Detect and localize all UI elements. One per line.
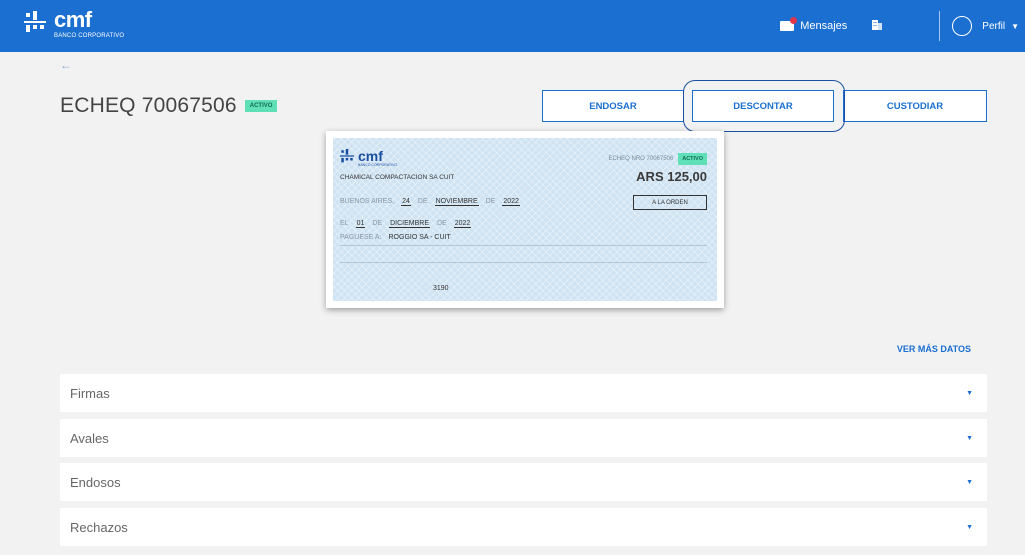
cheque-bottom-number: 3190 (433, 285, 449, 292)
nav-divider (939, 11, 941, 41)
cheque-pay-year: 2022 (453, 220, 472, 228)
chevron-down-icon: ▼ (966, 478, 973, 486)
cheque-payee-label: PAGUESE A: (340, 234, 382, 241)
cheque-status-badge: ACTIVO (678, 153, 707, 165)
cheque-card: cmf BANCO CORPORATIVO ECHEQ NRO 70067506… (326, 131, 724, 308)
cheque-image: cmf BANCO CORPORATIVO ECHEQ NRO 70067506… (333, 138, 717, 301)
cmf-logo-icon (340, 149, 354, 163)
cheque-issue-date: BUENOS AIRES, 24 DE NOVIEMBRE DE 2022 (340, 198, 520, 206)
endosar-button[interactable]: ENDOSAR (542, 90, 684, 122)
accordion-label: Avales (70, 430, 109, 446)
cheque-pay-day: 01 (355, 220, 366, 228)
chevron-down-icon: ▼ (966, 389, 973, 397)
cheque-year: 2022 (502, 198, 520, 206)
accordion-label: Firmas (70, 385, 110, 401)
cheque-month: NOVIEMBRE (434, 198, 479, 206)
cheque-rule (340, 262, 707, 263)
cheque-brand-sub: BANCO CORPORATIVO (358, 163, 398, 167)
page-title: ECHEQ 70067506 (60, 94, 237, 117)
accordion-avales[interactable]: Avales ▼ (60, 419, 987, 457)
cheque-de: DE (417, 198, 428, 205)
profile-label[interactable]: Perfil (982, 21, 1005, 32)
accordion-label: Endosos (70, 474, 121, 490)
cheque-payee: ROGGIO SA - CUIT (388, 234, 451, 241)
accordion-rechazos[interactable]: Rechazos ▼ (60, 508, 987, 546)
cmf-logo-icon (24, 11, 46, 33)
top-navbar: cmf BANCO CORPORATIVO Mensajes Perfil ▼ (0, 0, 1025, 52)
accordion-firmas[interactable]: Firmas ▼ (60, 374, 987, 412)
brand-subtitle: BANCO CORPORATIVO (54, 33, 125, 39)
cheque-place: BUENOS AIRES, (340, 198, 395, 205)
cheque-amount: ARS 125,00 (636, 169, 707, 184)
cheque-issuer: CHAMICAL COMPACTACION SA CUIT (340, 174, 455, 181)
avatar[interactable] (952, 16, 973, 36)
messages-label: Mensajes (800, 20, 848, 32)
chevron-down-icon: ▼ (966, 523, 973, 531)
chevron-down-icon: ▼ (966, 434, 973, 442)
cheque-rule (340, 245, 707, 246)
cheque-order-type: A LA ORDEN (633, 195, 707, 210)
accordion-endosos[interactable]: Endosos ▼ (60, 463, 987, 501)
focus-highlight (683, 80, 845, 132)
messages-link[interactable]: Mensajes (780, 17, 848, 32)
cheque-el: EL (340, 220, 349, 227)
cheque-pay-date: EL 01 DE DICIEMBRE DE 2022 (340, 220, 472, 228)
custodiar-button[interactable]: CUSTODIAR (843, 90, 987, 122)
accordion-label: Rechazos (70, 519, 128, 535)
cheque-de: DE (485, 198, 496, 205)
chevron-down-icon[interactable]: ▼ (1011, 22, 1019, 31)
building-icon[interactable] (871, 17, 883, 35)
cheque-logo: cmf BANCO CORPORATIVO (340, 149, 397, 167)
envelope-icon (780, 17, 798, 31)
cheque-de: DE (372, 220, 383, 227)
page-header: ECHEQ 70067506 ACTIVO (60, 94, 278, 118)
ver-mas-datos-link[interactable]: VER MÁS DATOS (897, 344, 971, 354)
cheque-number: ECHEQ NRO 70067506 (608, 156, 674, 162)
brand-name: cmf (54, 7, 92, 32)
cheque-pay-month: DICIEMBRE (389, 220, 430, 228)
cheque-brand: cmf (358, 148, 383, 164)
brand-logo[interactable]: cmf BANCO CORPORATIVO (24, 7, 125, 39)
cheque-payee-line: PAGUESE A: ROGGIO SA - CUIT (340, 234, 451, 241)
cheque-day: 24 (401, 198, 411, 206)
back-arrow-icon[interactable]: ← (60, 58, 72, 72)
status-badge: ACTIVO (244, 100, 278, 112)
cheque-de: DE (437, 220, 447, 227)
